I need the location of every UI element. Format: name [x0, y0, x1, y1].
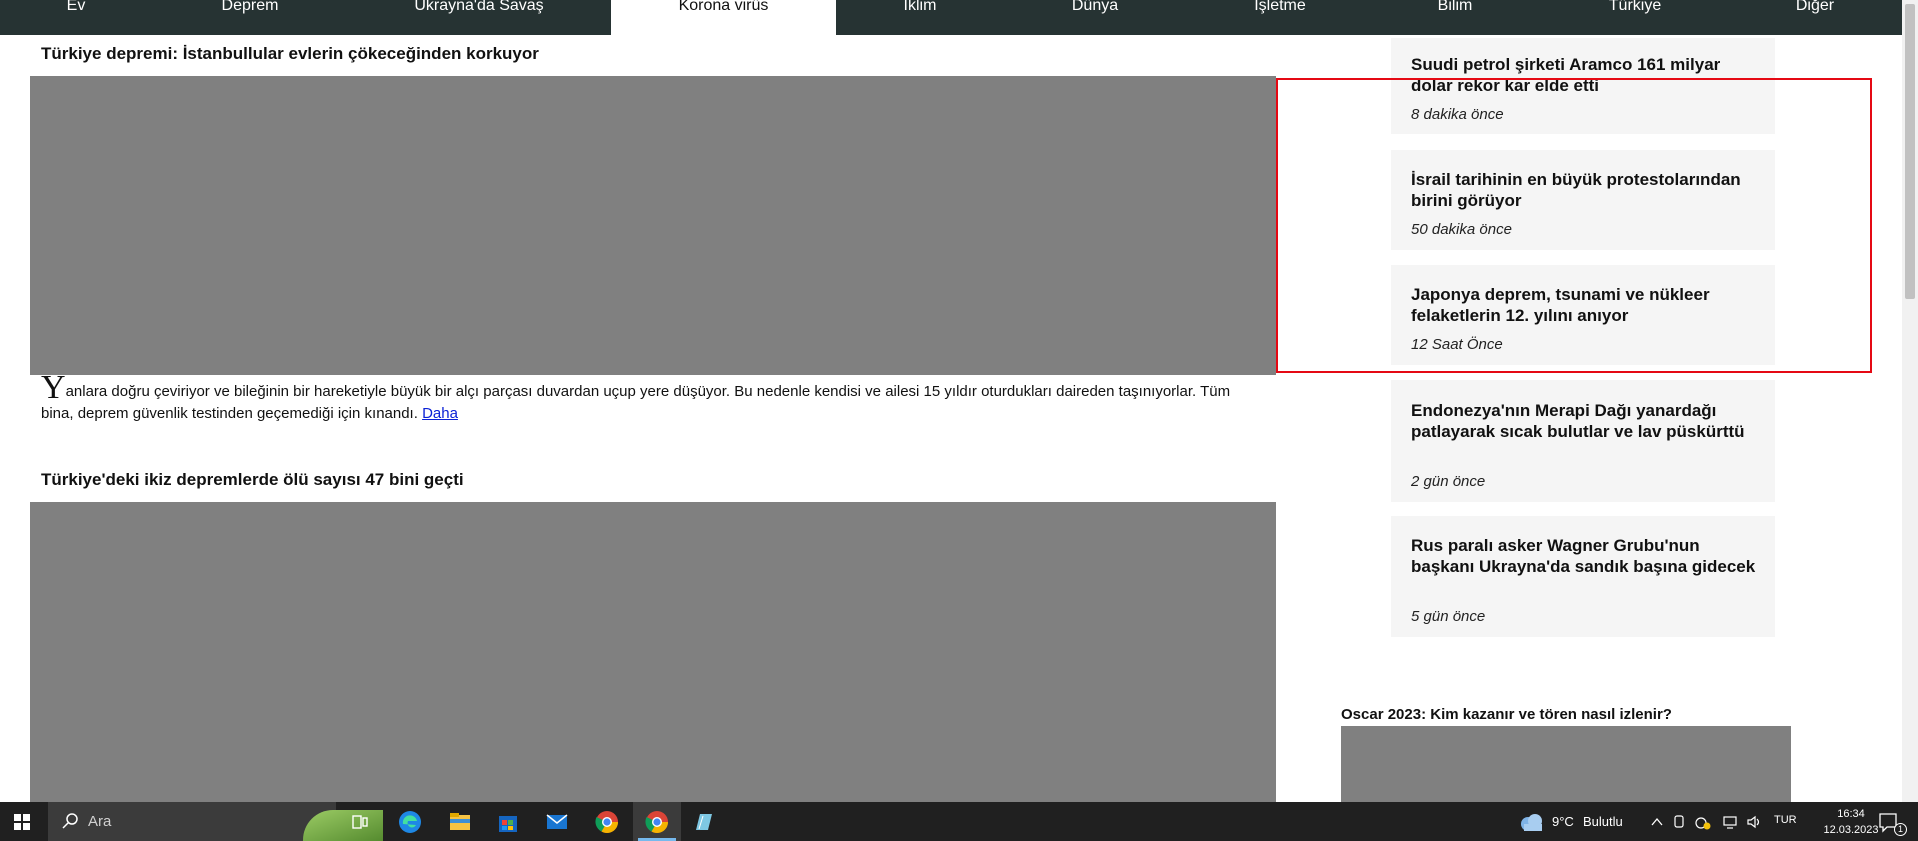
drop-cap: Y — [41, 369, 66, 406]
nav-item-diger[interactable]: Diğer — [1760, 0, 1870, 35]
clock-time: 16:34 — [1837, 808, 1865, 820]
notepad-icon[interactable] — [691, 809, 717, 835]
notification-count-badge: 1 — [1894, 823, 1907, 836]
chrome-icon[interactable] — [594, 809, 620, 835]
system-clock[interactable]: 16:34 12.03.2023 — [1816, 806, 1886, 838]
nav-item-dunya[interactable]: Dünya — [1040, 0, 1150, 35]
nav-item-korona-active[interactable]: Korona virüs — [611, 0, 836, 35]
nav-item-ev[interactable]: Ev — [40, 0, 112, 35]
search-icon — [62, 813, 78, 829]
edge-icon[interactable] — [397, 809, 423, 835]
file-explorer-icon[interactable] — [447, 809, 473, 835]
store-icon[interactable] — [495, 809, 521, 835]
nav-item-bilim[interactable]: Bilim — [1400, 0, 1510, 35]
weather-cloud-icon[interactable] — [1518, 812, 1546, 832]
input-language[interactable]: TUR — [1774, 814, 1797, 826]
read-more-link[interactable]: Daha — [422, 405, 458, 422]
onedrive-warning-icon[interactable] — [1694, 814, 1712, 830]
chevron-up-icon[interactable] — [1650, 815, 1664, 829]
sidebar-news-card[interactable]: Rus paralı asker Wagner Grubu'nun başkan… — [1391, 516, 1775, 637]
clock-date: 12.03.2023 — [1823, 824, 1879, 836]
article-headline-2[interactable]: Türkiye'deki ikiz depremlerde ölü sayısı… — [41, 470, 464, 490]
card-time: 5 gün önce — [1411, 608, 1486, 625]
nav-item-turkiye[interactable]: Türkiye — [1580, 0, 1690, 35]
nav-item-iklim[interactable]: İklim — [870, 0, 970, 35]
weather-description[interactable]: Bulutlu — [1583, 814, 1623, 829]
card-time: 2 gün önce — [1411, 473, 1486, 490]
mail-icon[interactable] — [544, 809, 570, 835]
card-title[interactable]: Rus paralı asker Wagner Grubu'nun başkan… — [1411, 535, 1761, 577]
card-title[interactable]: Endonezya'nın Merapi Dağı yanardağı patl… — [1411, 400, 1761, 442]
taskbar: Ara 9°C Bulutlu TUR 16:34 12.03.2023 1 — [0, 802, 1918, 841]
highlight-box — [1276, 78, 1872, 373]
network-icon[interactable] — [1722, 814, 1740, 830]
task-view-icon[interactable] — [347, 809, 373, 835]
nav-item-deprem[interactable]: Deprem — [190, 0, 310, 35]
sidebar-feature-headline[interactable]: Oscar 2023: Kim kazanır ve tören nasıl i… — [1341, 706, 1672, 723]
scrollbar-thumb[interactable] — [1905, 4, 1915, 299]
chrome-active-icon[interactable] — [644, 809, 670, 835]
windows-start-icon[interactable] — [14, 814, 30, 830]
search-input[interactable]: Ara — [88, 813, 111, 830]
sidebar-news-card[interactable]: Endonezya'nın Merapi Dağı yanardağı patl… — [1391, 380, 1775, 502]
article-summary: Yanlara doğru çeviriyor ve bileğinin bir… — [41, 371, 1241, 425]
article-body: anlara doğru çeviriyor ve bileğinin bir … — [41, 383, 1231, 422]
nav-item-isletme[interactable]: İşletme — [1220, 0, 1340, 35]
vertical-scrollbar[interactable] — [1902, 0, 1918, 802]
weather-temperature[interactable]: 9°C — [1552, 814, 1574, 829]
article-headline[interactable]: Türkiye depremi: İstanbullular evlerin ç… — [41, 44, 539, 64]
article-image-placeholder-2[interactable] — [30, 502, 1276, 802]
article-image-placeholder[interactable] — [30, 76, 1276, 375]
sidebar-feature-image-placeholder[interactable] — [1341, 726, 1791, 802]
meet-now-icon[interactable] — [1672, 814, 1688, 830]
nav-item-ukrayna[interactable]: Ukrayna'da Savaş — [380, 0, 578, 35]
taskbar-search-box[interactable]: Ara — [48, 802, 383, 841]
top-navigation: Ev Deprem Ukrayna'da Savaş Korona virüs … — [0, 0, 1902, 35]
volume-icon[interactable] — [1746, 814, 1764, 830]
